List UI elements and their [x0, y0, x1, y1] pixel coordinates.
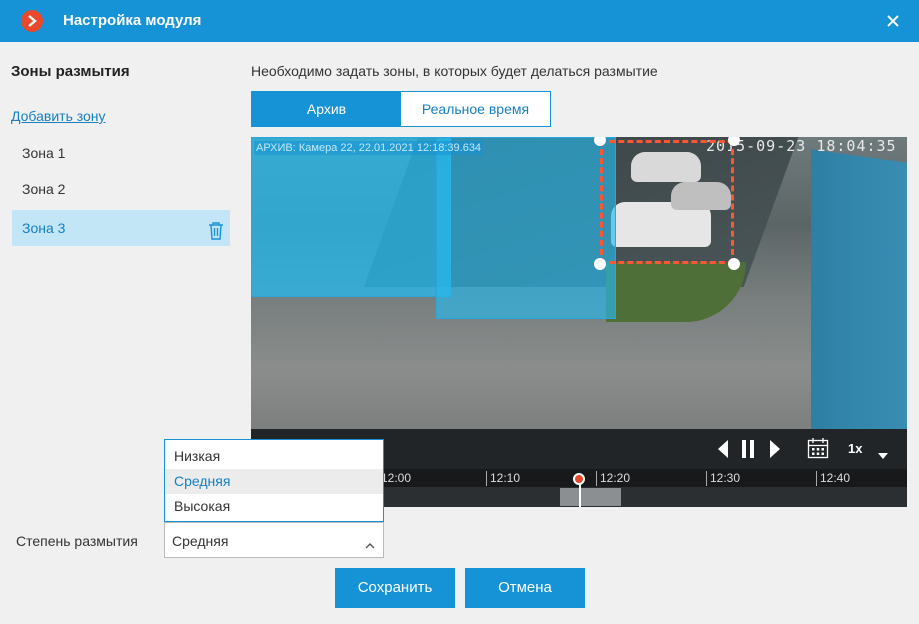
instruction-text: Необходимо задать зоны, в которых будет … [251, 63, 658, 79]
recording-segment [560, 488, 621, 506]
blur-level-value: Средняя [172, 533, 229, 549]
app-logo-icon [21, 10, 43, 32]
title-bar: Настройка модуля [0, 0, 919, 42]
timeline-tick-label: 12:30 [706, 471, 740, 486]
zone-label: Зона 2 [22, 181, 66, 197]
blur-level-label: Степень размытия [16, 533, 138, 549]
source-tabs: Архив Реальное время [251, 91, 551, 127]
blur-level-dropdown-list: Низкая Средняя Высокая [164, 439, 384, 522]
blur-zone-1[interactable] [251, 137, 451, 297]
blur-zone-2[interactable] [436, 137, 616, 319]
resize-handle[interactable] [594, 137, 606, 146]
building [811, 149, 907, 429]
blur-option-low[interactable]: Низкая [165, 444, 383, 469]
playhead-handle[interactable] [573, 473, 585, 485]
step-back-icon[interactable] [717, 439, 729, 464]
window-title: Настройка модуля [63, 12, 202, 29]
chevron-up-icon [365, 536, 375, 554]
blur-option-high[interactable]: Высокая [165, 494, 383, 519]
tab-archive[interactable]: Архив [252, 92, 401, 126]
zone-item-1[interactable]: Зона 1 [12, 135, 230, 171]
blur-option-medium[interactable]: Средняя [165, 469, 383, 494]
trash-icon[interactable] [208, 218, 224, 254]
speed-dropdown-icon[interactable] [878, 446, 888, 464]
blur-zone-3-selection[interactable] [594, 137, 740, 270]
resize-handle[interactable] [728, 258, 740, 270]
archive-osd: АРХИВ: Камера 22, 22.01.2021 12:18:39.63… [254, 141, 484, 155]
close-icon[interactable] [883, 11, 903, 31]
blur-level-select[interactable]: Средняя [164, 522, 384, 558]
timeline-tick-label: 12:20 [596, 471, 630, 486]
timeline-tick-label: 12:40 [816, 471, 850, 486]
zone-label: Зона 3 [22, 220, 66, 236]
zone-item-2[interactable]: Зона 2 [12, 171, 230, 207]
video-preview[interactable]: 2015-09-23 18:04:35 АРХИВ: Камера 22, 22… [251, 137, 907, 429]
save-button[interactable]: Сохранить [335, 568, 455, 608]
cancel-button[interactable]: Отмена [465, 568, 585, 608]
zone-item-3[interactable]: Зона 3 [12, 210, 230, 246]
step-forward-icon[interactable] [769, 439, 781, 464]
tab-realtime[interactable]: Реальное время [401, 92, 550, 126]
resize-handle[interactable] [594, 258, 606, 270]
playback-speed[interactable]: 1x [848, 441, 862, 456]
sidebar-title: Зоны размытия [11, 63, 130, 80]
grass-patch [606, 262, 746, 322]
calendar-icon[interactable] [807, 437, 829, 464]
pause-icon[interactable] [741, 439, 755, 464]
add-zone-link[interactable]: Добавить зону [11, 108, 106, 124]
timeline-tick-label: 12:10 [486, 471, 520, 486]
zone-label: Зона 1 [22, 145, 66, 161]
